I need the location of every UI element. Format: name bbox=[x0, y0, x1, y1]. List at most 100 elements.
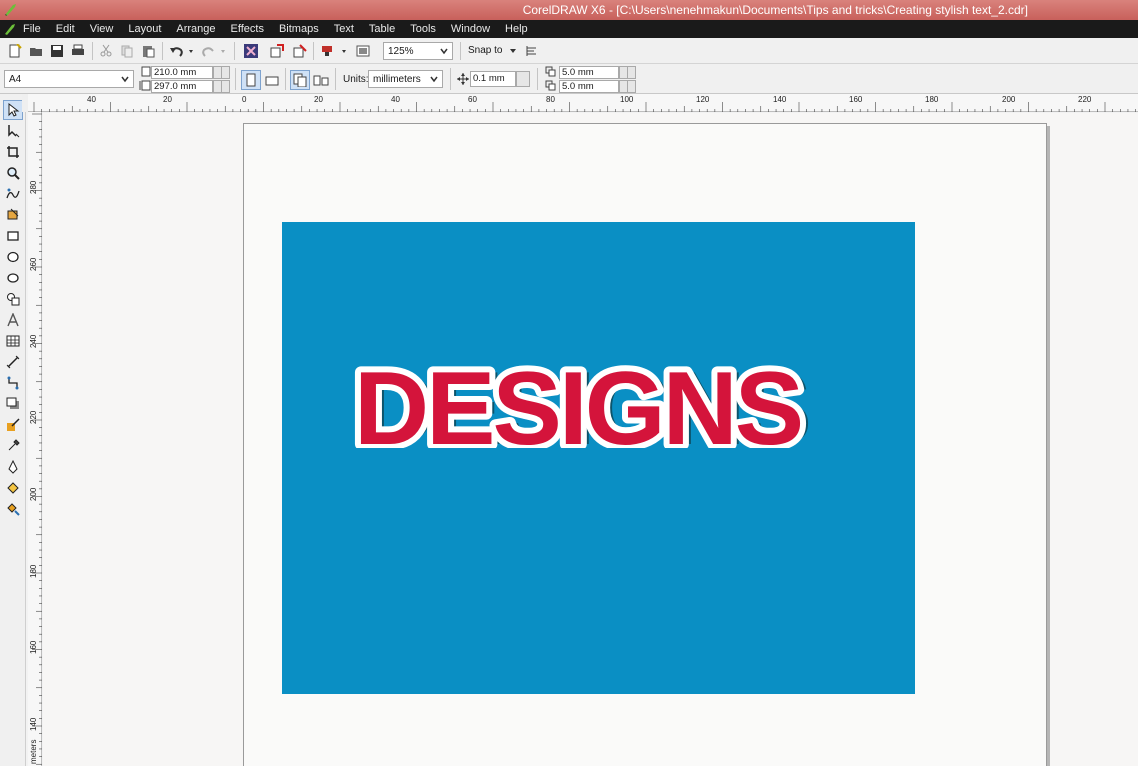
zoom-level-dropdown[interactable]: 125% bbox=[383, 42, 453, 60]
chevron-down-icon bbox=[510, 49, 516, 53]
table-tool-icon bbox=[6, 335, 20, 347]
cut-button[interactable] bbox=[97, 42, 115, 60]
snap-to-dropdown[interactable]: Snap to bbox=[465, 42, 520, 60]
page-width-unit-spinner[interactable] bbox=[221, 66, 230, 79]
options-button[interactable] bbox=[522, 42, 540, 60]
table-tool[interactable] bbox=[3, 331, 23, 351]
ellipse-tool-icon bbox=[7, 251, 19, 263]
crop-tool-icon bbox=[7, 146, 19, 158]
import-button[interactable] bbox=[268, 42, 286, 60]
menu-file[interactable]: File bbox=[23, 23, 41, 35]
open-button[interactable] bbox=[27, 42, 45, 60]
copy-button[interactable] bbox=[118, 42, 136, 60]
menu-arrange[interactable]: Arrange bbox=[176, 23, 215, 35]
menu-bar: File Edit View Layout Arrange Effects Bi… bbox=[0, 20, 1138, 38]
coreldraw-app-icon[interactable] bbox=[3, 2, 18, 17]
connector-tool[interactable] bbox=[3, 373, 23, 393]
all-pages-button[interactable] bbox=[290, 70, 310, 90]
document-page[interactable]: DESIGNS DESIGNS DESIGNS bbox=[243, 123, 1047, 766]
duplicate-x-value: 5.0 mm bbox=[562, 67, 594, 78]
crop-tool[interactable] bbox=[3, 142, 23, 162]
page-width-field[interactable]: 210.0 mm bbox=[151, 66, 213, 79]
page-height-field[interactable]: 297.0 mm bbox=[151, 80, 213, 93]
basic-shapes-tool[interactable] bbox=[3, 289, 23, 309]
rectangle-tool[interactable] bbox=[3, 226, 23, 246]
save-button[interactable] bbox=[48, 42, 66, 60]
interactive-fill-tool[interactable] bbox=[3, 499, 23, 519]
eyedropper-tool[interactable] bbox=[3, 436, 23, 456]
new-document-button[interactable] bbox=[6, 42, 24, 60]
ruler-label: 220 bbox=[29, 410, 38, 424]
menu-bitmaps[interactable]: Bitmaps bbox=[279, 23, 319, 35]
undo-button[interactable] bbox=[168, 42, 196, 60]
print-button[interactable] bbox=[69, 42, 87, 60]
duplicate-y-unit-spinner[interactable] bbox=[627, 80, 636, 93]
zoom-tool-icon bbox=[7, 167, 20, 180]
menu-effects[interactable]: Effects bbox=[231, 23, 264, 35]
duplicate-x-field[interactable]: 5.0 mm bbox=[559, 66, 619, 79]
toolbar-separator bbox=[235, 68, 236, 90]
horizontal-ruler[interactable]: 40 20 0 20 40 60 80 100 120 140 160 180 … bbox=[28, 94, 1138, 112]
document-menu-icon[interactable] bbox=[3, 22, 17, 36]
redo-button[interactable] bbox=[200, 42, 228, 60]
polygon-tool[interactable] bbox=[3, 268, 23, 288]
outline-pen-tool[interactable] bbox=[3, 457, 23, 477]
ellipse-tool[interactable] bbox=[3, 247, 23, 267]
horizontal-ruler-ticks bbox=[33, 102, 1136, 112]
welcome-screen-button[interactable] bbox=[354, 42, 372, 60]
menu-layout[interactable]: Layout bbox=[128, 23, 161, 35]
publish-to-pdf-button[interactable] bbox=[319, 42, 351, 60]
drawing-canvas[interactable]: DESIGNS DESIGNS DESIGNS bbox=[43, 113, 1138, 766]
property-bar: A4 210.0 mm 297.0 mm Units: millimeters … bbox=[0, 64, 1138, 94]
fill-tool[interactable] bbox=[3, 478, 23, 498]
pick-tool[interactable] bbox=[3, 100, 23, 120]
outline-pen-icon bbox=[8, 460, 18, 474]
dimension-tool[interactable] bbox=[3, 352, 23, 372]
toolbox bbox=[0, 94, 26, 766]
zoom-tool[interactable] bbox=[3, 163, 23, 183]
menu-view[interactable]: View bbox=[90, 23, 114, 35]
units-dropdown[interactable]: millimeters bbox=[368, 70, 443, 88]
landscape-button[interactable] bbox=[263, 71, 281, 89]
duplicate-x-unit-spinner[interactable] bbox=[627, 66, 636, 79]
chevron-down-icon bbox=[430, 76, 438, 83]
copy-icon bbox=[121, 45, 133, 58]
drop-shadow-tool[interactable] bbox=[3, 394, 23, 414]
all-pages-icon bbox=[293, 73, 307, 87]
freehand-tool[interactable] bbox=[3, 184, 23, 204]
landscape-page-icon bbox=[265, 76, 279, 86]
menu-window[interactable]: Window bbox=[451, 23, 490, 35]
menu-text[interactable]: Text bbox=[334, 23, 354, 35]
transparency-tool[interactable] bbox=[3, 415, 23, 435]
open-folder-icon bbox=[30, 48, 42, 56]
ruler-label: 160 bbox=[849, 95, 863, 104]
nudge-distance-spinner[interactable] bbox=[516, 71, 530, 87]
menu-help[interactable]: Help bbox=[505, 23, 528, 35]
menu-edit[interactable]: Edit bbox=[56, 23, 75, 35]
ruler-label: 160 bbox=[29, 640, 38, 654]
nudge-distance-field[interactable]: 0.1 mm bbox=[470, 71, 516, 87]
page-height-unit-spinner[interactable] bbox=[221, 80, 230, 93]
connector-tool-icon bbox=[7, 376, 19, 390]
search-content-button[interactable] bbox=[242, 42, 260, 60]
ruler-label: 140 bbox=[29, 717, 38, 731]
portrait-button[interactable] bbox=[241, 70, 261, 90]
vertical-ruler[interactable]: 280 260 240 220 200 180 160 140 meters bbox=[28, 112, 42, 766]
current-page-button[interactable] bbox=[312, 71, 330, 89]
smart-fill-icon bbox=[7, 208, 19, 220]
page-size-dropdown[interactable]: A4 bbox=[4, 70, 134, 88]
chevron-down-icon bbox=[121, 76, 129, 83]
scissors-icon bbox=[100, 44, 112, 57]
menu-tools[interactable]: Tools bbox=[410, 23, 436, 35]
ruler-label: 40 bbox=[391, 95, 400, 104]
ruler-label: 220 bbox=[1078, 95, 1092, 104]
text-tool[interactable] bbox=[3, 310, 23, 330]
export-button[interactable] bbox=[291, 42, 309, 60]
smart-fill-tool[interactable] bbox=[3, 205, 23, 225]
menu-table[interactable]: Table bbox=[369, 23, 395, 35]
artwork-background-rectangle[interactable]: DESIGNS DESIGNS DESIGNS bbox=[282, 222, 915, 694]
duplicate-y-field[interactable]: 5.0 mm bbox=[559, 80, 619, 93]
paste-button[interactable] bbox=[139, 42, 157, 60]
shape-tool[interactable] bbox=[3, 121, 23, 141]
ruler-label: 20 bbox=[163, 95, 172, 104]
